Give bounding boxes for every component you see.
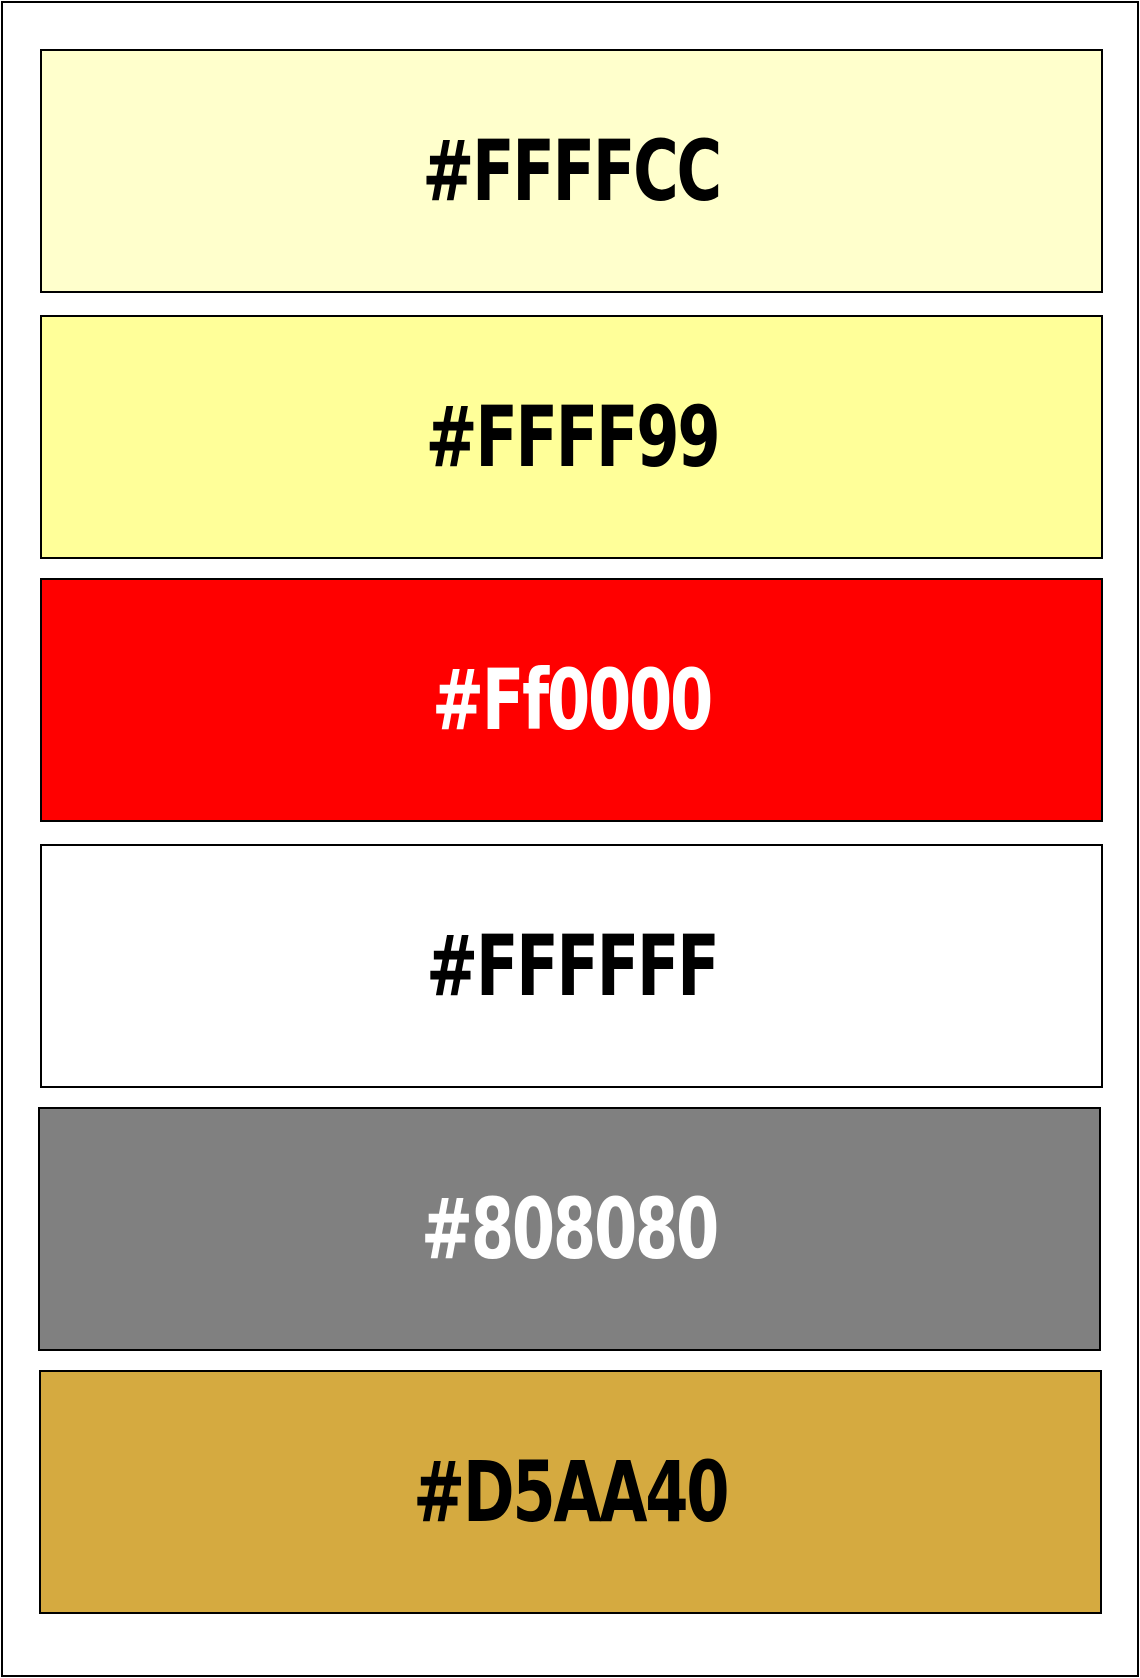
swatch-sheet-frame: #FFFFCC #FFFF99 #Ff0000 #FFFFFF #808080 … [1, 1, 1139, 1677]
swatch-label: #Ff0000 [431, 651, 713, 749]
swatch-808080: #808080 [38, 1107, 1101, 1351]
swatch-ffffcc: #FFFFCC [40, 49, 1103, 293]
swatch-label: #D5AA40 [413, 1443, 729, 1541]
swatch-ff0000: #Ff0000 [40, 578, 1103, 822]
swatch-d5aa40: #D5AA40 [39, 1370, 1102, 1614]
swatch-label: #FFFF99 [425, 388, 720, 486]
swatch-ffff99: #FFFF99 [40, 315, 1103, 559]
swatch-label: #FFFFCC [422, 122, 723, 220]
swatch-label: #808080 [421, 1180, 719, 1278]
swatch-label: #FFFFFF [425, 917, 720, 1015]
swatch-ffffff: #FFFFFF [40, 844, 1103, 1088]
